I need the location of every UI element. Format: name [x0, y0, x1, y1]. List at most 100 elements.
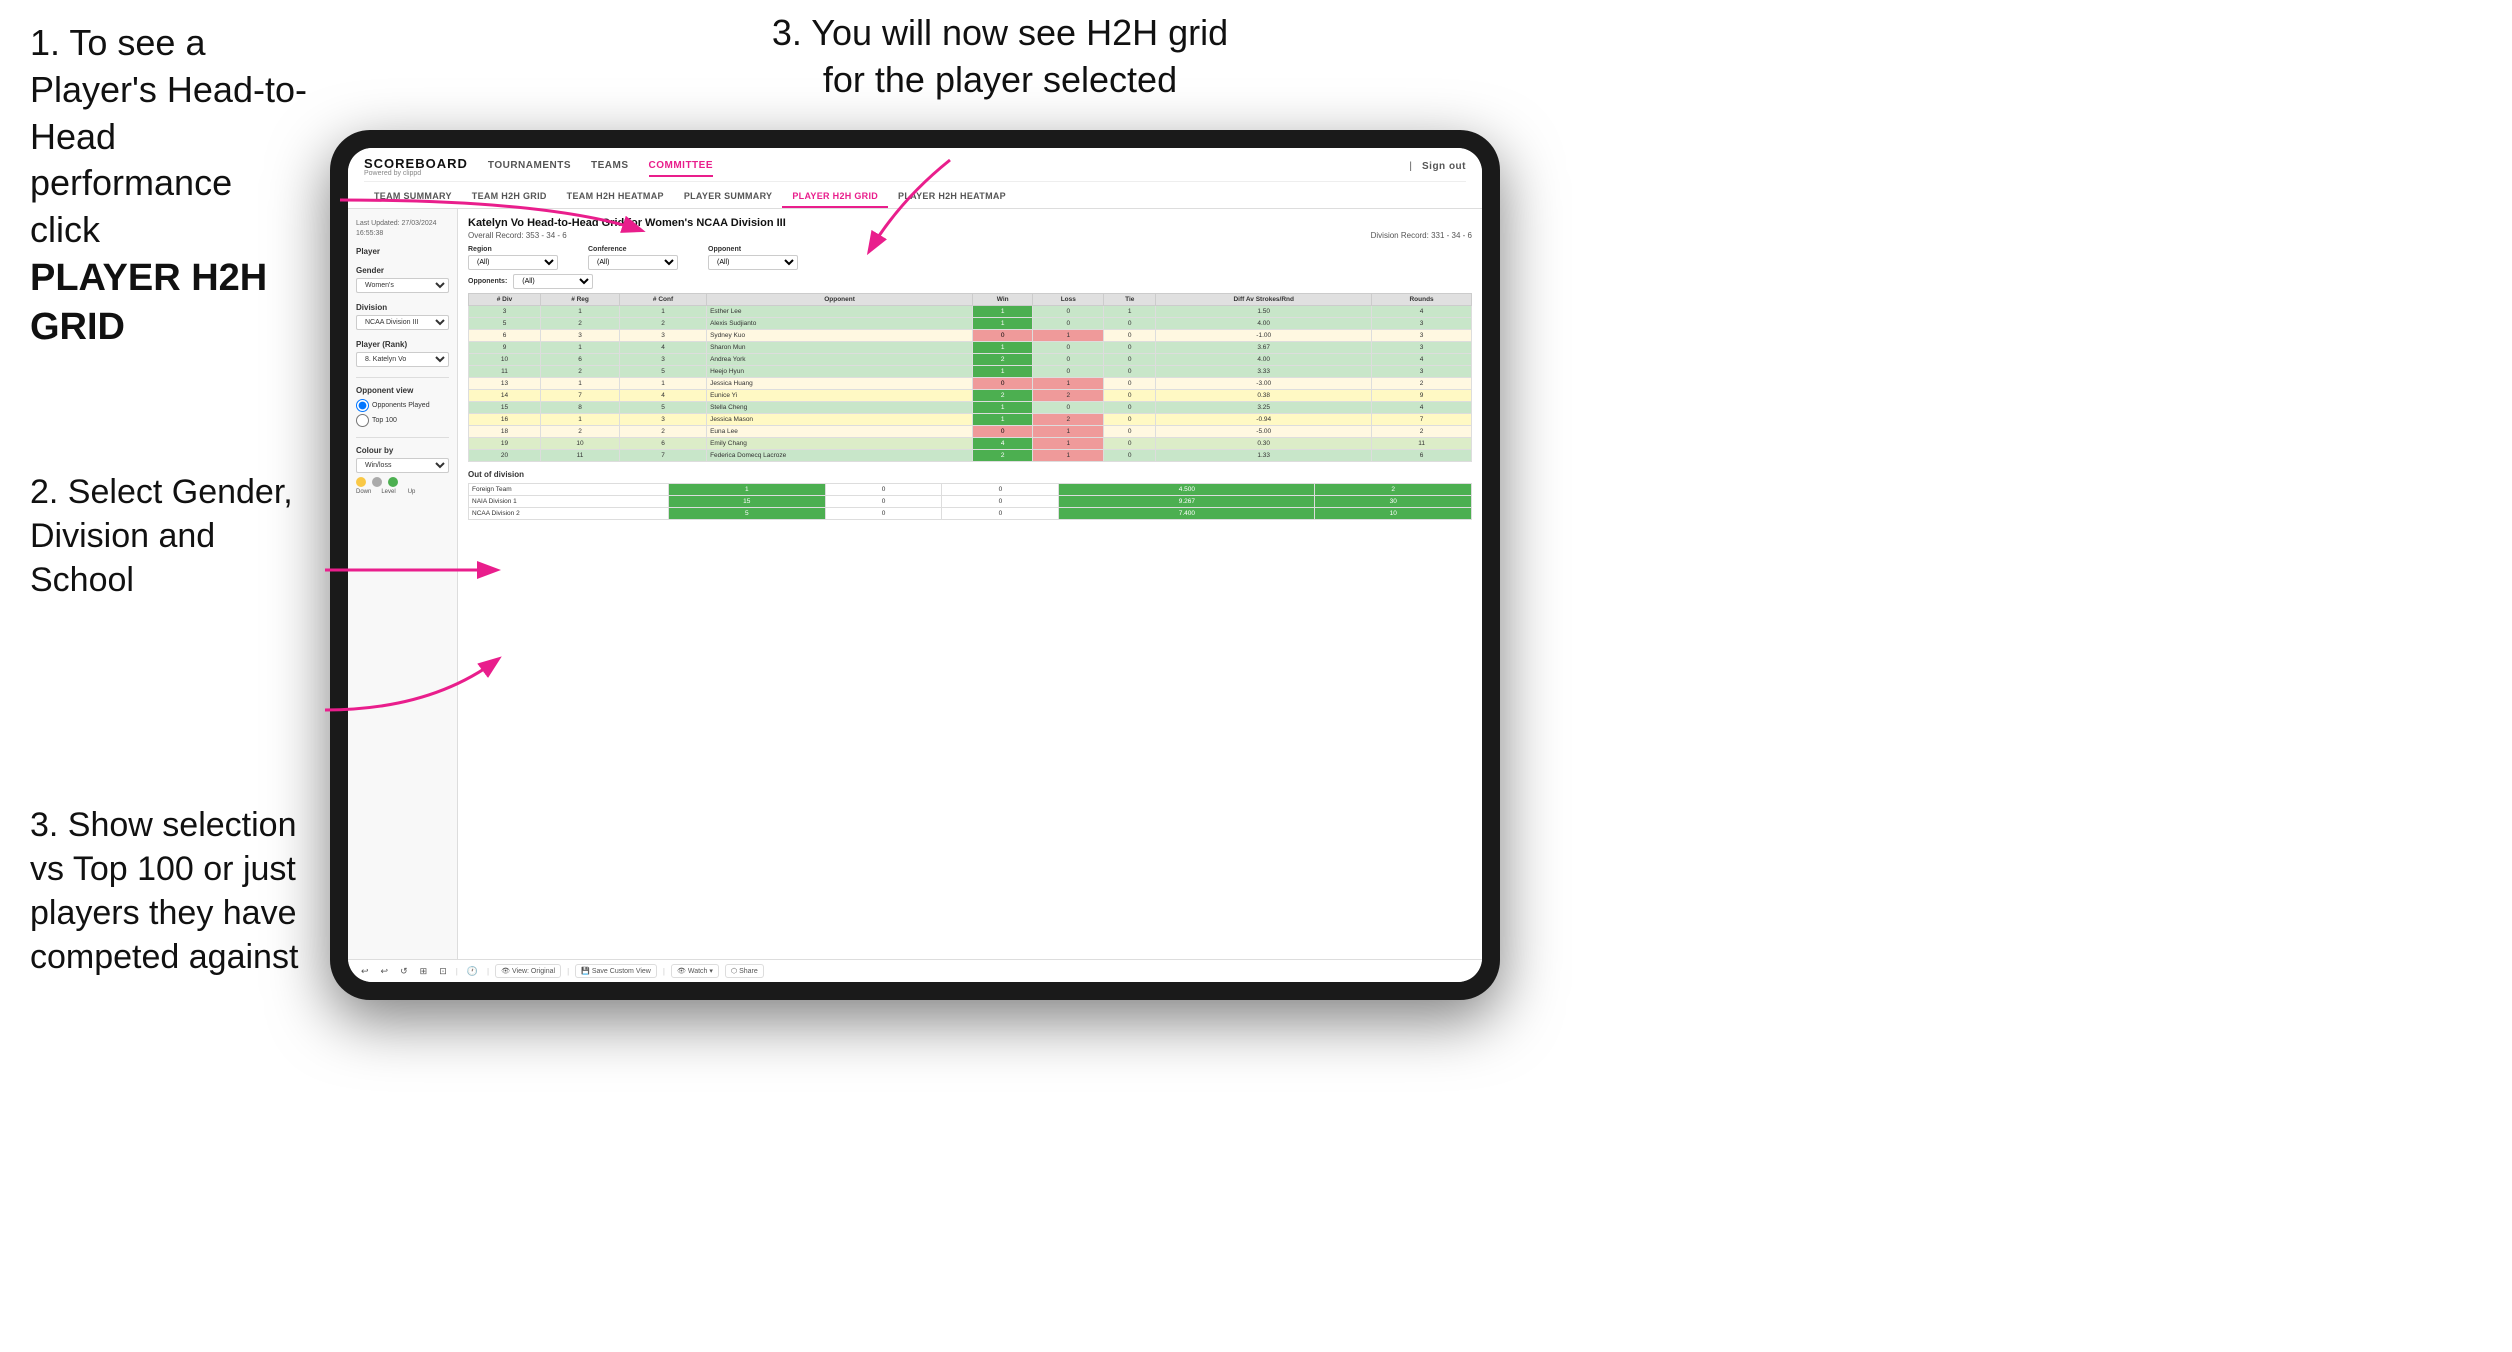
cell-tie: 0: [1104, 402, 1156, 414]
conference-label: Conference: [588, 246, 678, 253]
out-of-division-table: Foreign Team 1 0 0 4.500 2 NAIA Division…: [468, 483, 1472, 520]
tab-team-h2h-heatmap[interactable]: TEAM H2H HEATMAP: [557, 186, 674, 208]
cell-opponent: Sydney Kuo: [707, 330, 973, 342]
cell-loss: 1: [1033, 450, 1104, 462]
region-select[interactable]: (All): [468, 255, 558, 270]
player-rank-select[interactable]: 8. Katelyn Vo: [356, 352, 449, 367]
cell-win: 1: [973, 306, 1033, 318]
nav-top: SCOREBOARD Powered by clippd TOURNAMENTS…: [364, 148, 1466, 182]
out-div-win: 15: [669, 496, 826, 508]
cell-reg: 10: [541, 438, 620, 450]
save-custom-btn[interactable]: 💾 Save Custom View: [575, 964, 657, 978]
tab-player-summary[interactable]: PLAYER SUMMARY: [674, 186, 783, 208]
cell-loss: 0: [1033, 402, 1104, 414]
tab-team-h2h-grid[interactable]: TEAM H2H GRID: [462, 186, 557, 208]
cell-win: 1: [973, 402, 1033, 414]
cell-win: 0: [973, 330, 1033, 342]
tab-player-h2h-grid[interactable]: PLAYER H2H GRID: [782, 186, 888, 208]
opponents-label: Opponents:: [468, 278, 507, 285]
conference-select[interactable]: (All): [588, 255, 678, 270]
cell-rounds: 3: [1372, 318, 1472, 330]
out-div-team: NAIA Division 1: [469, 496, 669, 508]
cell-loss: 0: [1033, 354, 1104, 366]
tab-player-h2h-heatmap[interactable]: PLAYER H2H HEATMAP: [888, 186, 1016, 208]
cell-tie: 0: [1104, 450, 1156, 462]
radio-group: Opponents Played Top 100: [356, 399, 449, 427]
cell-tie: 0: [1104, 414, 1156, 426]
cell-reg: 2: [541, 366, 620, 378]
division-label: Division: [356, 303, 449, 312]
nav-teams[interactable]: TEAMS: [591, 156, 629, 177]
gender-select[interactable]: Women's Men's: [356, 278, 449, 293]
sign-out[interactable]: Sign out: [1422, 157, 1466, 176]
cell-loss: 1: [1033, 330, 1104, 342]
nav-tournaments[interactable]: TOURNAMENTS: [488, 156, 571, 177]
cell-reg: 7: [541, 390, 620, 402]
cell-reg: 2: [541, 318, 620, 330]
nav-committee[interactable]: COMMITTEE: [649, 156, 714, 177]
cell-reg: 11: [541, 450, 620, 462]
out-div-title: Out of division: [468, 470, 1472, 479]
share-btn[interactable]: ⬡ Share: [725, 964, 764, 978]
cell-rounds: 11: [1372, 438, 1472, 450]
cell-diff: 1.33: [1156, 450, 1372, 462]
col-tie: Tie: [1104, 294, 1156, 306]
cell-loss: 1: [1033, 378, 1104, 390]
table-row: 13 1 1 Jessica Huang 0 1 0 -3.00 2: [469, 378, 1472, 390]
colour-label: Colour by: [356, 446, 449, 455]
opponent-select[interactable]: (All): [708, 255, 798, 270]
paste-btn[interactable]: ⊡: [436, 965, 450, 978]
cell-opponent: Eunice Yi: [707, 390, 973, 402]
region-filter-group: Region (All): [468, 246, 558, 270]
tab-team-summary[interactable]: TEAM SUMMARY: [364, 186, 462, 208]
cell-div: 9: [469, 342, 541, 354]
radio-top100[interactable]: Top 100: [356, 414, 449, 427]
radio-opponents-played-input[interactable]: [356, 399, 369, 412]
cell-div: 5: [469, 318, 541, 330]
cell-conf: 4: [620, 342, 707, 354]
table-row: 16 1 3 Jessica Mason 1 2 0 -0.94 7: [469, 414, 1472, 426]
cell-opponent: Federica Domecq Lacroze: [707, 450, 973, 462]
undo-btn[interactable]: ↩: [358, 965, 372, 978]
out-div-rounds: 10: [1315, 508, 1472, 520]
cell-div: 15: [469, 402, 541, 414]
redo-btn[interactable]: ↩: [378, 965, 392, 978]
cell-win: 1: [973, 318, 1033, 330]
cell-conf: 3: [620, 414, 707, 426]
cell-win: 1: [973, 342, 1033, 354]
copy-btn[interactable]: ⊞: [417, 965, 431, 978]
opponents-select[interactable]: (All): [513, 274, 593, 289]
region-label: Region: [468, 246, 558, 253]
out-div-team: Foreign Team: [469, 484, 669, 496]
clock-btn[interactable]: 🕐: [464, 965, 481, 978]
opponent-view-label: Opponent view: [356, 386, 449, 395]
cell-win: 2: [973, 450, 1033, 462]
colour-dots: [356, 477, 449, 487]
filter-row: Region (All) Conference (All) Opponent: [468, 246, 1472, 270]
cell-reg: 1: [541, 378, 620, 390]
cell-tie: 0: [1104, 438, 1156, 450]
cell-rounds: 4: [1372, 354, 1472, 366]
cell-conf: 2: [620, 318, 707, 330]
division-select[interactable]: NCAA Division III NCAA Division I NCAA D…: [356, 315, 449, 330]
cell-loss: 1: [1033, 438, 1104, 450]
cell-diff: 0.38: [1156, 390, 1372, 402]
step1-instruction: 1. To see a Player's Head-to-Head perfor…: [0, 0, 340, 403]
cell-opponent: Heejo Hyun: [707, 366, 973, 378]
cell-opponent: Esther Lee: [707, 306, 973, 318]
table-row: 11 2 5 Heejo Hyun 1 0 0 3.33 3: [469, 366, 1472, 378]
undo2-btn[interactable]: ↺: [397, 965, 411, 978]
watch-btn[interactable]: 👁 Watch ▾: [671, 964, 719, 978]
col-win: Win: [973, 294, 1033, 306]
colour-select[interactable]: Win/loss: [356, 458, 449, 473]
grid-title: Katelyn Vo Head-to-Head Grid for Women's…: [468, 217, 1472, 229]
nav-tabs: TEAM SUMMARY TEAM H2H GRID TEAM H2H HEAT…: [364, 182, 1466, 208]
view-original-btn[interactable]: 👁 View: Original: [495, 964, 561, 978]
cell-conf: 7: [620, 450, 707, 462]
radio-opponents-played[interactable]: Opponents Played: [356, 399, 449, 412]
bottom-toolbar: ↩ ↩ ↺ ⊞ ⊡ | 🕐 | 👁 View: Original | 💾 Sav…: [348, 959, 1482, 982]
cell-conf: 3: [620, 354, 707, 366]
radio-top100-input[interactable]: [356, 414, 369, 427]
scoreboard-logo: SCOREBOARD Powered by clippd: [364, 157, 468, 177]
col-reg: # Reg: [541, 294, 620, 306]
